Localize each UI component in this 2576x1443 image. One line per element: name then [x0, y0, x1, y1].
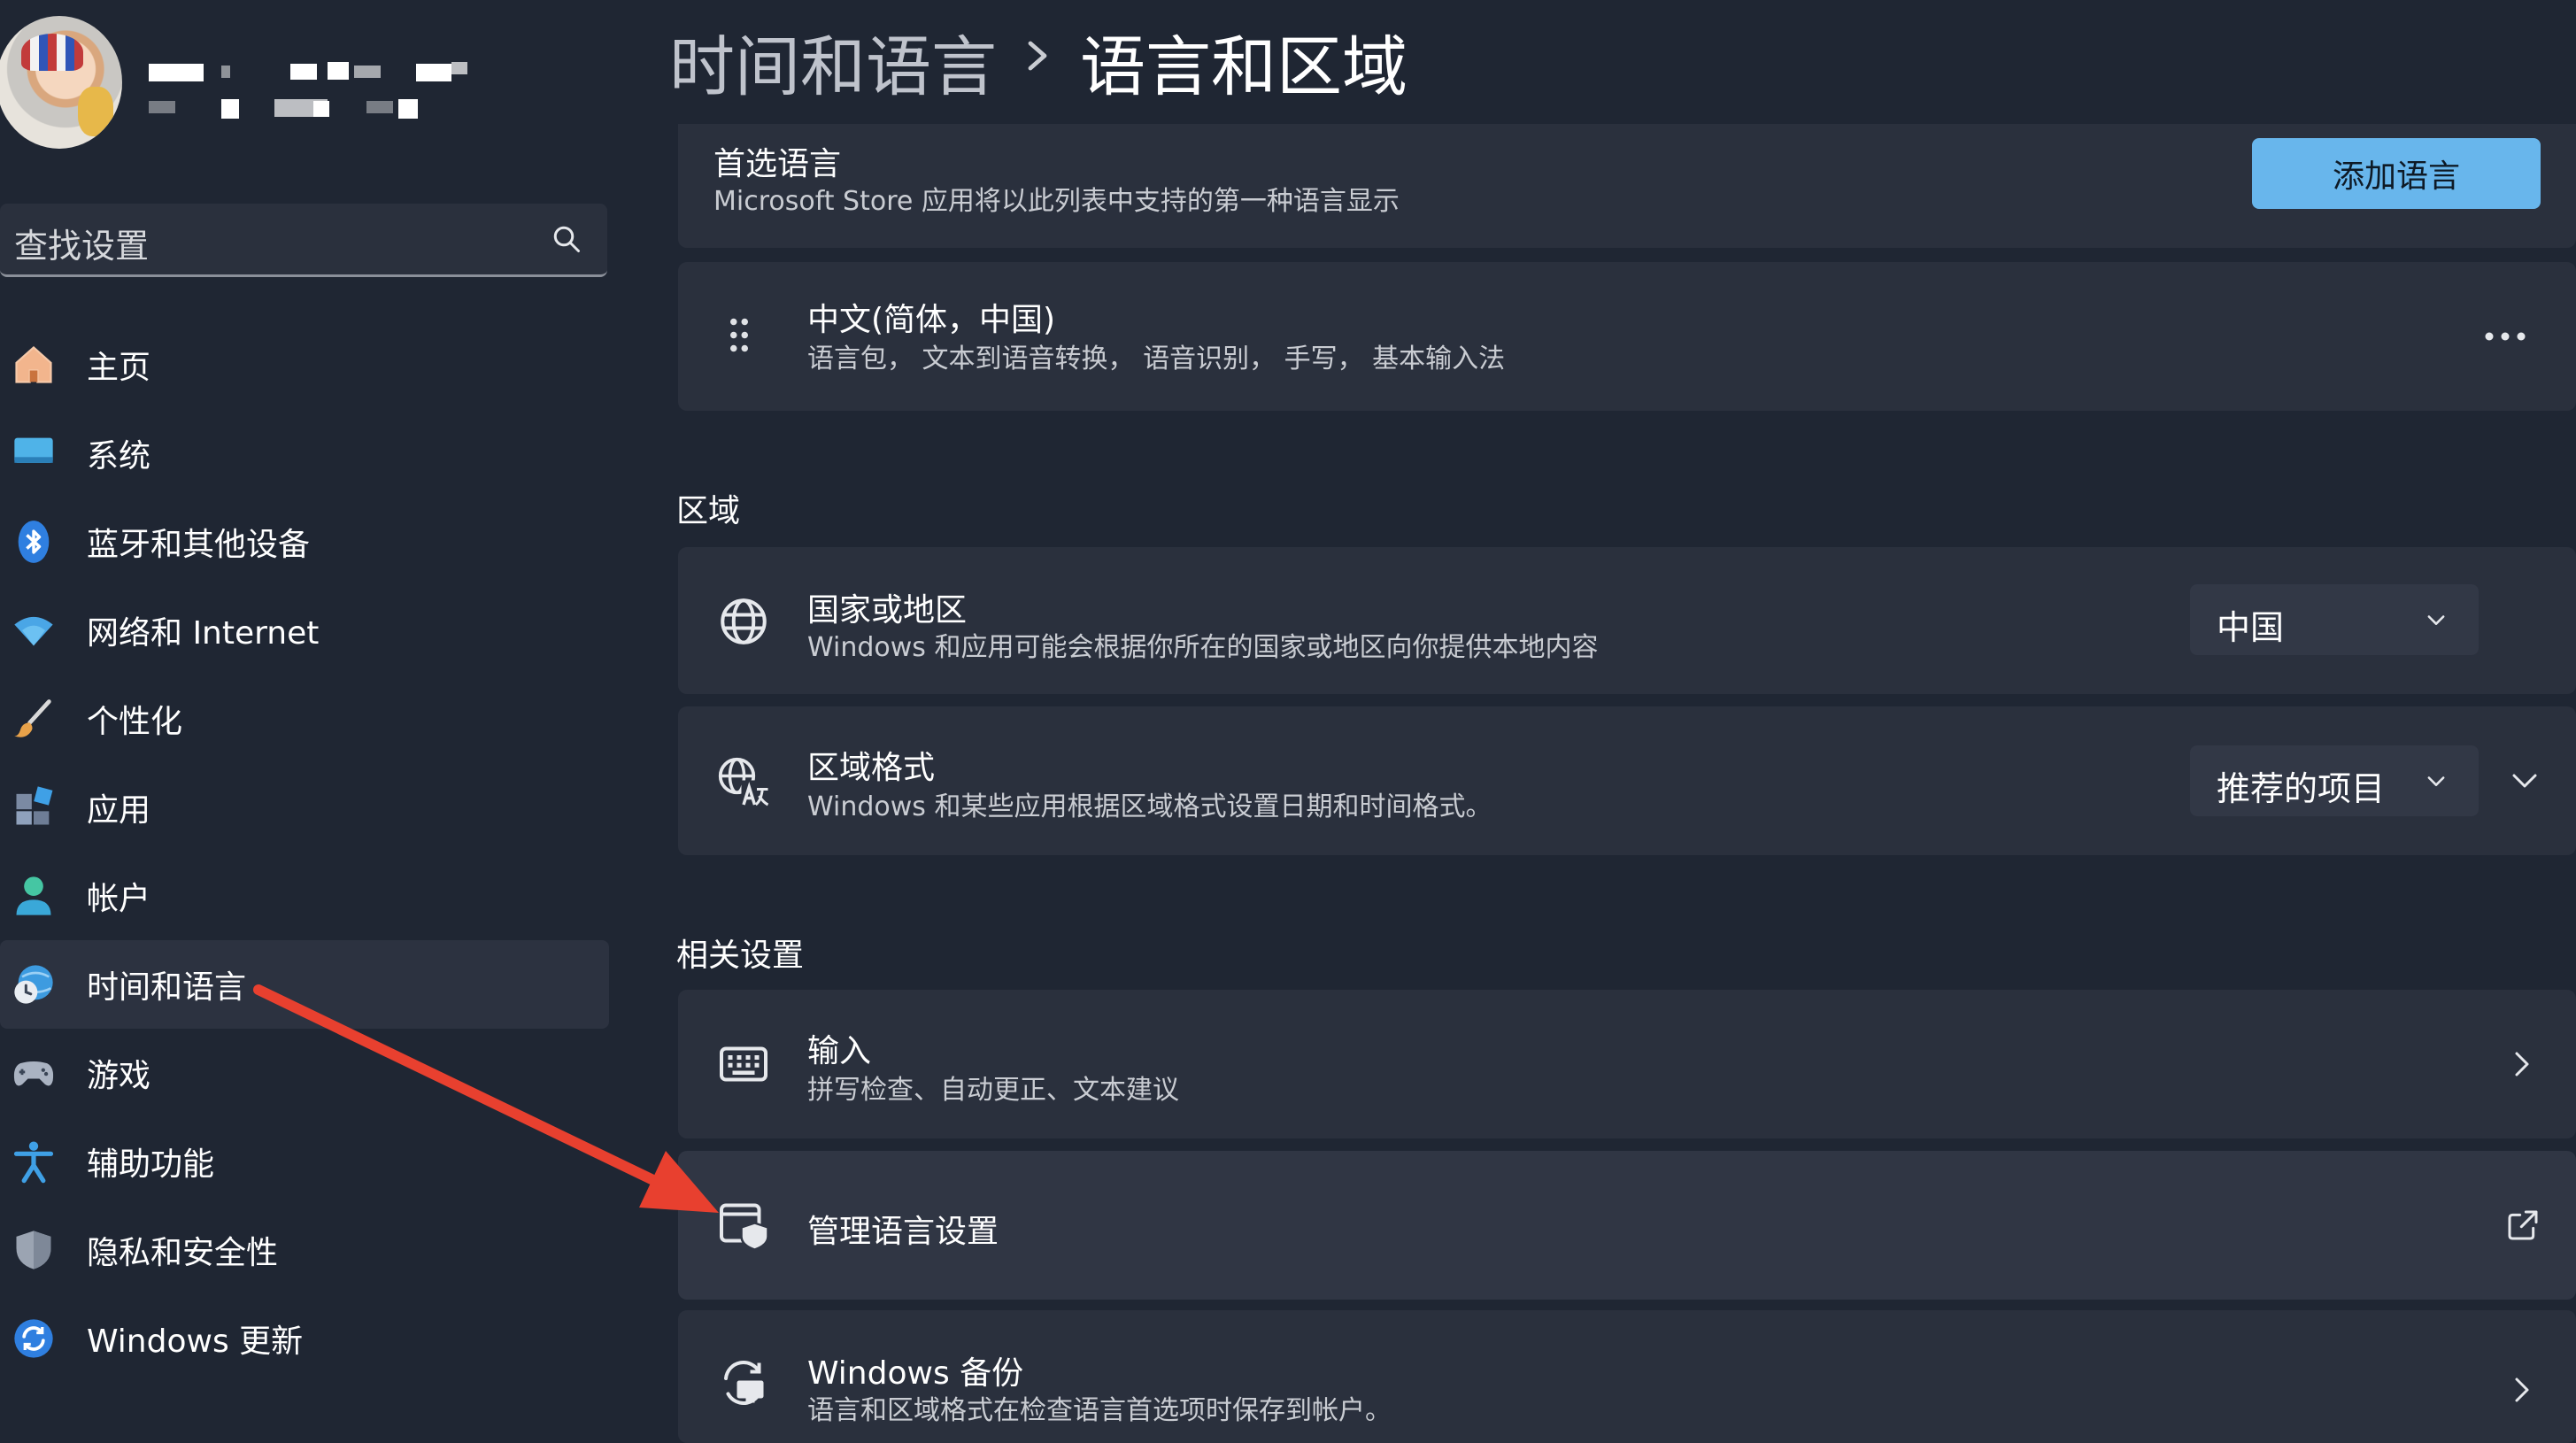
update-icon: [14, 1319, 53, 1358]
preferred-language-desc: Microsoft Store 应用将以此列表中支持的第一种语言显示: [713, 186, 1400, 217]
sidebar-item-home[interactable]: 主页: [0, 320, 609, 409]
breadcrumb-parent[interactable]: 时间和语言: [669, 14, 997, 109]
sidebar-item-apps[interactable]: 应用: [0, 763, 609, 852]
monitor-icon: [14, 437, 53, 463]
chevron-right-icon: [2515, 1377, 2529, 1402]
region-section-header: 区域: [676, 493, 741, 529]
language-name: 中文(简体，中国): [807, 302, 1056, 338]
gamepad-icon: [13, 1061, 54, 1086]
sidebar-item-label: 蓝牙和其他设备: [87, 527, 311, 563]
sidebar-item-label: 隐私和安全性: [87, 1235, 279, 1271]
sidebar-item-system[interactable]: 系统: [0, 409, 609, 498]
typing-settings-card[interactable]: 输入 拼写检查、自动更正、文本建议: [678, 990, 2576, 1138]
sync-backup-icon: [724, 1361, 764, 1405]
sidebar-item-privacy[interactable]: 隐私和安全性: [0, 1206, 609, 1294]
regional-format-card[interactable]: 区域格式 Windows 和某些应用根据区域格式设置日期和时间格式。 推荐的项目: [678, 706, 2576, 855]
chevron-down-icon: [2427, 776, 2445, 786]
search-box[interactable]: 查找设置: [0, 204, 607, 277]
drag-handle-icon[interactable]: [726, 315, 752, 359]
typing-desc: 拼写检查、自动更正、文本建议: [807, 1075, 1179, 1106]
language-item-card[interactable]: 中文(简体，中国) 语言包， 文本到语音转换， 语音识别， 手写， 基本输入法: [678, 262, 2576, 411]
sidebar-item-bluetooth[interactable]: 蓝牙和其他设备: [0, 498, 609, 586]
time-language-icon: [14, 965, 53, 1004]
accessibility-icon: [13, 1141, 54, 1184]
chevron-right-icon: [1028, 41, 1047, 71]
avatar[interactable]: [0, 16, 122, 149]
brush-icon: [14, 699, 51, 737]
country-region-title: 国家或地区: [807, 592, 968, 629]
sidebar-item-time-language[interactable]: 时间和语言: [0, 940, 609, 1029]
chevron-down-icon: [2427, 615, 2445, 625]
sidebar-item-label: Windows 更新: [87, 1323, 304, 1360]
country-region-value: 中国: [2217, 608, 2285, 647]
search-icon[interactable]: [551, 223, 582, 255]
sidebar-item-accounts[interactable]: 帐户: [0, 852, 609, 940]
country-region-dropdown[interactable]: 中国: [2190, 584, 2479, 655]
sidebar-item-label: 网络和 Internet: [87, 615, 320, 652]
regional-format-icon: [718, 757, 769, 807]
keyboard-icon: [720, 1046, 767, 1082]
sidebar-item-label: 主页: [87, 350, 151, 386]
sidebar-item-gaming[interactable]: 游戏: [0, 1029, 609, 1117]
more-options-icon[interactable]: [2479, 319, 2532, 354]
search-input[interactable]: 查找设置: [14, 219, 149, 267]
expand-chevron-icon[interactable]: [2509, 765, 2541, 797]
admin-window-icon: [720, 1203, 769, 1251]
sidebar-item-label: 系统: [87, 438, 151, 475]
add-language-button[interactable]: 添加语言: [2252, 138, 2541, 209]
windows-backup-title: Windows 备份: [807, 1355, 1024, 1392]
sidebar-item-personalization[interactable]: 个性化: [0, 675, 609, 763]
country-region-desc: Windows 和应用可能会根据你所在的国家或地区向你提供本地内容: [807, 632, 1599, 663]
external-link-icon: [2508, 1210, 2538, 1240]
regional-format-value: 推荐的项目: [2217, 769, 2386, 808]
apps-icon: [16, 786, 53, 825]
manage-language-settings-card[interactable]: 管理语言设置: [678, 1151, 2576, 1300]
sidebar: 查找设置 主页 系统 蓝牙和其他设备 网络和 Internet 个性化 应用 帐…: [0, 0, 620, 1427]
home-icon: [15, 346, 52, 383]
sidebar-item-label: 应用: [87, 792, 151, 829]
sidebar-item-label: 辅助功能: [87, 1146, 215, 1183]
page-title: 语言和区域: [1080, 29, 1408, 105]
related-settings-header: 相关设置: [676, 938, 805, 974]
sidebar-item-accessibility[interactable]: 辅助功能: [0, 1117, 609, 1206]
typing-title: 输入: [807, 1033, 872, 1069]
regional-format-title: 区域格式: [807, 750, 936, 786]
language-features: 语言包， 文本到语音转换， 语音识别， 手写， 基本输入法: [807, 343, 1506, 374]
preferred-language-title: 首选语言: [713, 146, 842, 182]
chevron-right-icon: [2515, 1052, 2529, 1076]
sidebar-item-label: 个性化: [87, 704, 183, 740]
shield-icon: [16, 1231, 51, 1269]
windows-backup-desc: 语言和区域格式在检查语言首选项时保存到帐户。: [807, 1395, 1392, 1426]
manage-language-settings-title: 管理语言设置: [807, 1214, 999, 1250]
sidebar-item-label: 帐户: [87, 881, 151, 917]
globe-icon: [721, 598, 767, 644]
account-icon: [16, 876, 51, 915]
windows-backup-card[interactable]: Windows 备份 语言和区域格式在检查语言首选项时保存到帐户。: [678, 1310, 2576, 1443]
regional-format-desc: Windows 和某些应用根据区域格式设置日期和时间格式。: [807, 791, 1492, 822]
regional-format-dropdown[interactable]: 推荐的项目: [2190, 745, 2479, 816]
sidebar-item-label: 时间和语言: [87, 969, 247, 1006]
country-region-card: 国家或地区 Windows 和应用可能会根据你所在的国家或地区向你提供本地内容 …: [678, 547, 2576, 694]
nav-list: 主页 系统 蓝牙和其他设备 网络和 Internet 个性化 应用 帐户 时间和…: [0, 320, 611, 1383]
wifi-icon: [14, 616, 53, 646]
bluetooth-icon: [18, 521, 50, 563]
sidebar-item-label: 游戏: [87, 1058, 151, 1094]
sidebar-item-windows-update[interactable]: Windows 更新: [0, 1294, 609, 1383]
sidebar-item-network[interactable]: 网络和 Internet: [0, 586, 609, 675]
